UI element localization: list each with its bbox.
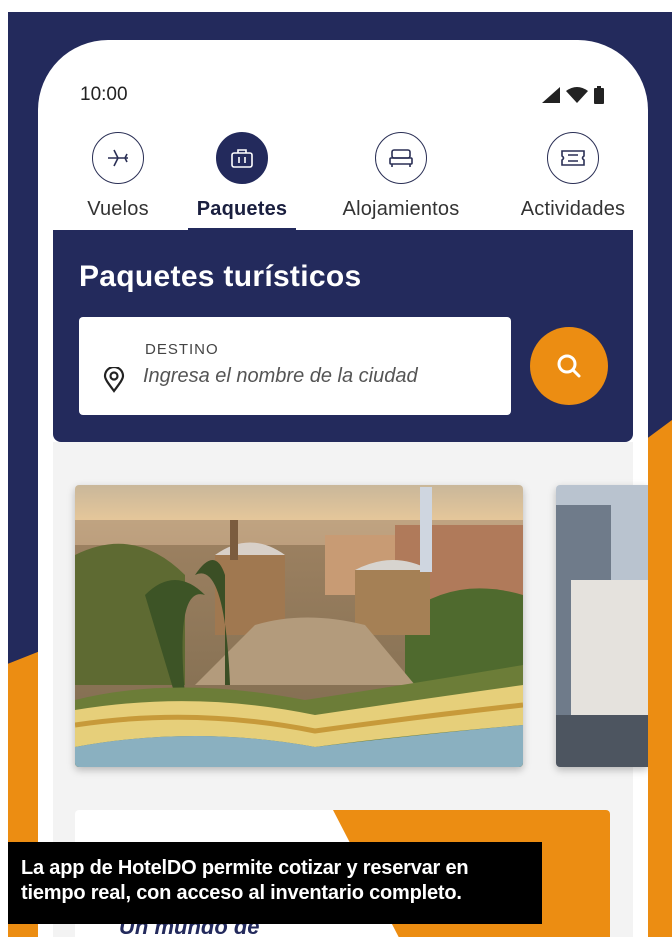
- bed-icon: [375, 132, 427, 184]
- ticket-icon: [547, 132, 599, 184]
- suitcase-icon: [216, 132, 268, 184]
- caption-line: La app de HotelDO permite cotizar y rese…: [21, 857, 469, 879]
- package-card-barcelona[interactable]: [75, 485, 523, 767]
- caption-line: tiempo real, con acceso al inventario co…: [21, 882, 462, 904]
- status-bar: 10:00: [38, 40, 648, 130]
- destination-label: DESTINO: [145, 341, 219, 358]
- search-icon: [557, 354, 581, 378]
- battery-icon: [594, 86, 604, 104]
- tab-alojamientos[interactable]: Alojamientos: [330, 132, 472, 221]
- tab-label: Actividades: [520, 198, 626, 220]
- destination-search-card[interactable]: DESTINO: [79, 317, 511, 415]
- status-icons: [542, 86, 604, 104]
- tab-actividades[interactable]: Actividades: [508, 132, 638, 221]
- phone-frame: 10:00 Vuelos Paquetes Alojamientos Activ…: [38, 40, 648, 937]
- page-title: Paquetes turísticos: [79, 260, 362, 293]
- plane-icon: [92, 132, 144, 184]
- package-image: [556, 485, 648, 767]
- tab-vuelos[interactable]: Vuelos: [78, 132, 158, 221]
- tab-label: Vuelos: [87, 198, 149, 220]
- destination-input[interactable]: [143, 365, 503, 388]
- search-hero: Paquetes turísticos DESTINO: [53, 230, 633, 442]
- status-time: 10:00: [80, 84, 128, 105]
- caption-overlay: La app de HotelDO permite cotizar y rese…: [8, 842, 542, 924]
- signal-icon: [542, 87, 560, 103]
- tab-label: Alojamientos: [342, 198, 460, 220]
- package-card-partial[interactable]: [556, 485, 648, 767]
- category-tabs: Vuelos Paquetes Alojamientos Actividades: [38, 132, 648, 232]
- location-pin-icon: [103, 367, 125, 393]
- search-button[interactable]: [530, 327, 608, 405]
- tab-paquetes[interactable]: Paquetes: [188, 132, 296, 221]
- package-image: [75, 485, 523, 767]
- tab-label: Paquetes: [196, 198, 288, 220]
- wifi-icon: [566, 87, 588, 103]
